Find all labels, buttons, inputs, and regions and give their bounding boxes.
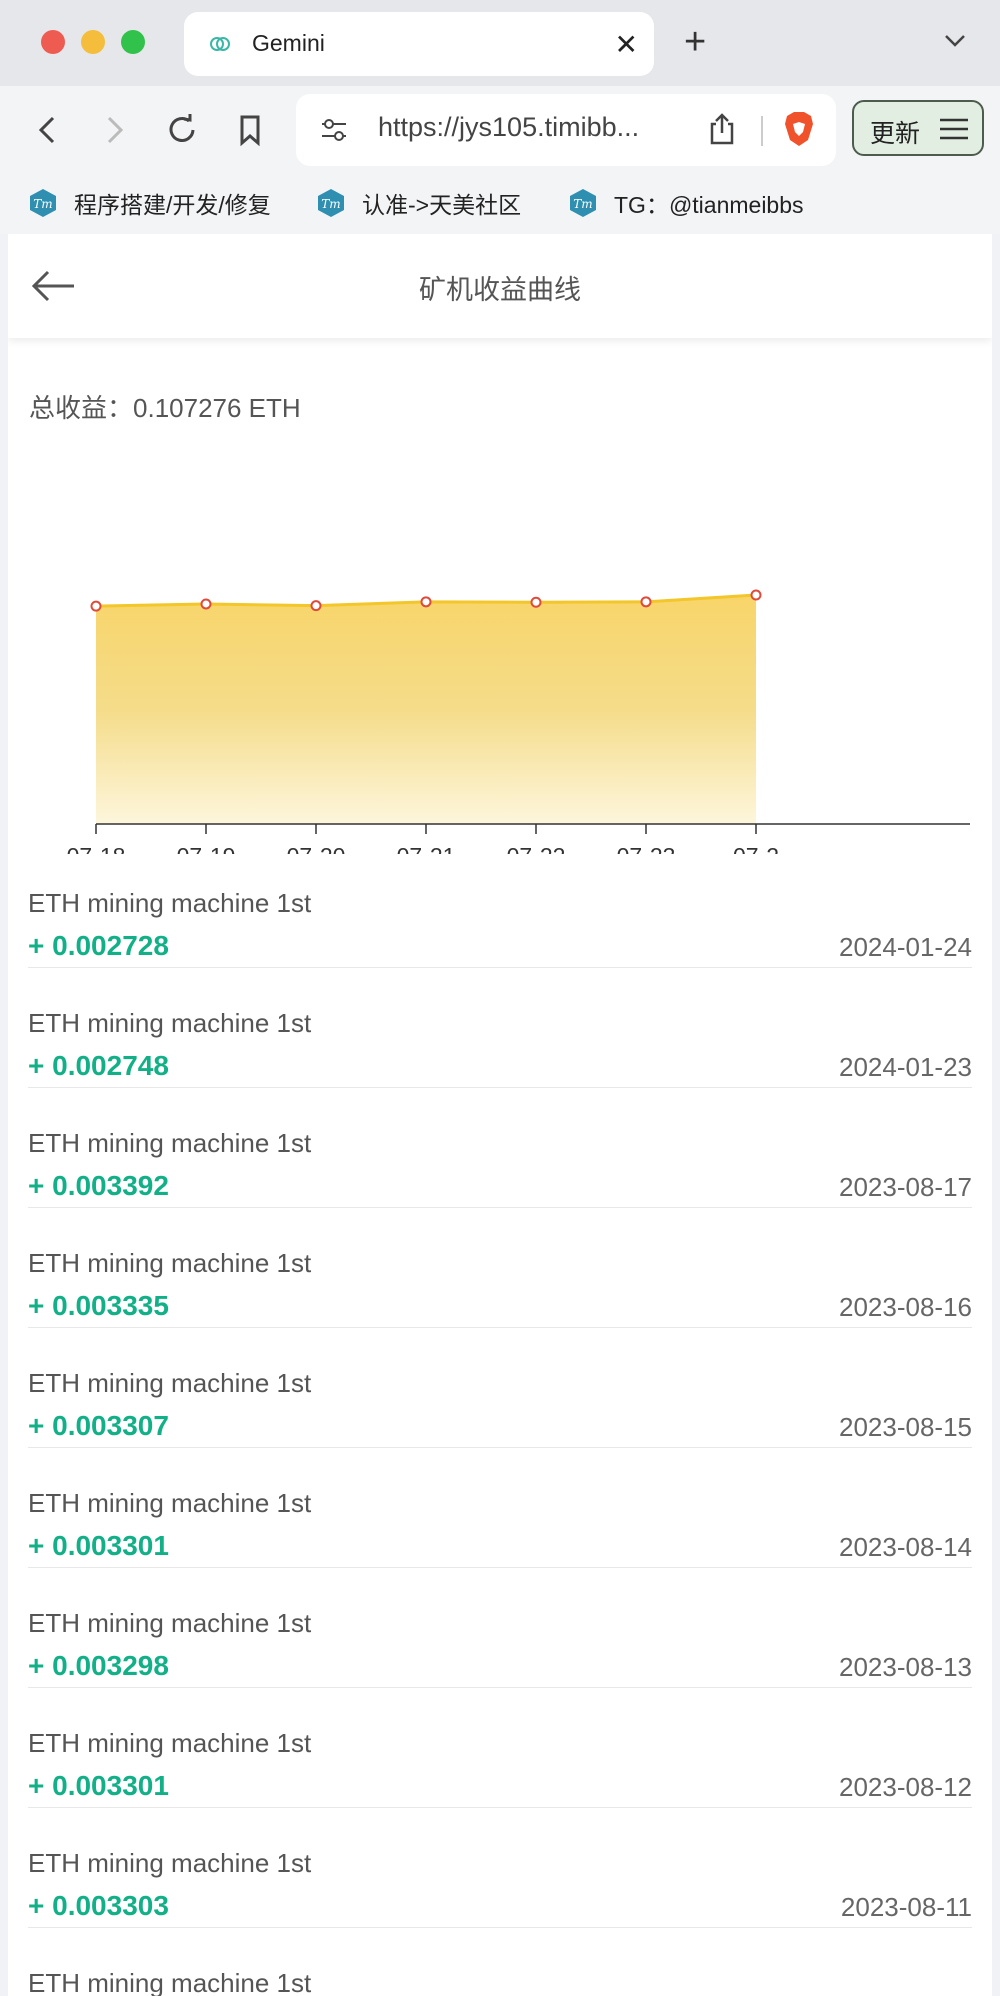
machine-name: ETH mining machine 1st <box>28 1728 312 1758</box>
share-icon[interactable] <box>706 112 738 146</box>
bookmark-icon[interactable] <box>228 108 272 152</box>
earning-amount: + 0.003298 <box>28 1650 169 1681</box>
earning-amount: + 0.003335 <box>28 1290 169 1321</box>
earnings-list: ETH mining machine 1st + 0.002728 2024-01-… <box>28 848 972 1996</box>
machine-name: ETH mining machine 1st <box>28 1968 312 1996</box>
list-item[interactable]: ETH mining machine 1st + 0.003298 2023-08-… <box>28 1568 972 1688</box>
browser-toolbar: https://jys105.timibb... 更新 Tm 程序搭建/开发/修… <box>0 86 1000 234</box>
machine-name: ETH mining machine 1st <box>28 1248 312 1278</box>
list-item[interactable]: ETH mining machine 1st + 0.003307 2023-08-… <box>28 1328 972 1448</box>
data-point[interactable] <box>310 600 322 612</box>
update-label: 更新 <box>870 120 921 148</box>
earning-amount: + 0.002728 <box>28 930 169 961</box>
window-zoom-button[interactable] <box>121 30 145 54</box>
earning-date: 2023-08-12 <box>839 1772 972 1802</box>
list-item[interactable]: ETH mining machine 1st + 0.003392 2023-08-… <box>28 1088 972 1208</box>
address-bar[interactable]: https://jys105.timibb... <box>296 94 836 166</box>
app-header: 矿机收益曲线 <box>8 234 992 338</box>
total-earnings: 总收益：0.107276 ETH <box>29 388 301 425</box>
tab-title: Gemini <box>252 30 325 56</box>
total-earnings-value: 0.107276 ETH <box>133 393 301 423</box>
svg-text:Tm: Tm <box>573 197 592 211</box>
earning-date: 2023-08-17 <box>839 1172 972 1202</box>
list-item[interactable]: ETH mining machine 1st <box>28 1928 972 1996</box>
window-close-button[interactable] <box>41 30 65 54</box>
reload-icon[interactable] <box>160 108 204 152</box>
divider <box>761 116 763 146</box>
earning-amount: + 0.002748 <box>28 1050 169 1081</box>
machine-name: ETH mining machine 1st <box>28 1008 312 1038</box>
forward-icon[interactable] <box>92 108 136 152</box>
page-title: 矿机收益曲线 <box>419 275 581 305</box>
machine-name: ETH mining machine 1st <box>28 888 312 918</box>
window-minimize-button[interactable] <box>81 30 105 54</box>
tianmei-logo-icon: Tm <box>318 189 344 217</box>
page-content: 矿机收益曲线 总收益：0.107276 ETH 07-1807-1907-200… <box>8 234 992 1996</box>
back-icon[interactable] <box>26 108 70 152</box>
total-earnings-label: 总收益： <box>29 393 134 423</box>
list-item[interactable]: ETH mining machine 1st + 0.002728 2024-01-… <box>28 848 972 968</box>
machine-name: ETH mining machine 1st <box>28 1368 312 1398</box>
earning-date: 2023-08-16 <box>839 1292 972 1322</box>
site-settings-icon[interactable] <box>320 116 348 144</box>
list-item[interactable]: ETH mining machine 1st + 0.003303 2023-08-… <box>28 1808 972 1928</box>
bookmark-item[interactable]: Tm 程序搭建/开发/修复 <box>28 181 271 225</box>
earning-date: 2023-08-14 <box>839 1532 972 1562</box>
list-item[interactable]: ETH mining machine 1st + 0.002748 2024-01-… <box>28 968 972 1088</box>
earning-date: 2023-08-11 <box>840 1892 972 1922</box>
url-text[interactable]: https://jys105.timibb... <box>378 112 639 143</box>
data-point[interactable] <box>750 589 762 601</box>
machine-name: ETH mining machine 1st <box>28 1488 312 1518</box>
data-point[interactable] <box>200 598 212 610</box>
bookmark-item[interactable]: Tm 认准->天美社区 <box>316 181 521 225</box>
machine-name: ETH mining machine 1st <box>28 1128 312 1158</box>
data-point[interactable] <box>420 596 432 608</box>
data-point[interactable] <box>530 596 542 608</box>
earning-amount: + 0.003301 <box>28 1770 169 1801</box>
earning-date: 2024-01-24 <box>839 932 972 962</box>
chevron-down-icon[interactable] <box>940 26 970 56</box>
machine-name: ETH mining machine 1st <box>28 1608 312 1638</box>
list-item[interactable]: ETH mining machine 1st + 0.003301 2023-08-… <box>28 1688 972 1808</box>
machine-name: ETH mining machine 1st <box>28 1848 312 1878</box>
menu-icon <box>940 118 968 140</box>
data-point[interactable] <box>90 600 102 612</box>
earning-amount: + 0.003392 <box>28 1170 169 1201</box>
earning-date: 2023-08-13 <box>839 1652 972 1682</box>
tianmei-logo-icon: Tm <box>570 189 596 217</box>
tianmei-logo-icon: Tm <box>30 189 56 217</box>
browser-tab[interactable]: Gemini ✕ <box>184 12 654 76</box>
gemini-logo-icon <box>210 37 230 51</box>
browser-tab-bar: Gemini ✕ + <box>0 0 1000 86</box>
svg-text:Tm: Tm <box>33 197 52 211</box>
earning-amount: + 0.003303 <box>28 1890 169 1921</box>
earning-date: 2024-01-23 <box>839 1052 972 1082</box>
tab-close-icon[interactable]: ✕ <box>615 28 638 61</box>
bookmarks-bar: Tm 程序搭建/开发/修复 Tm 认准->天美社区 Tm TG：@tianmei… <box>0 181 1000 225</box>
area-fill <box>96 594 756 824</box>
earnings-chart: 07-1807-1907-2007-2107-2207-2307-2 <box>67 589 970 854</box>
bookmark-item[interactable]: Tm TG：@tianmeibbs <box>568 181 804 225</box>
earning-date: 2023-08-15 <box>839 1412 972 1442</box>
update-button[interactable]: 更新 <box>852 100 984 156</box>
earning-amount: + 0.003307 <box>28 1410 169 1441</box>
data-point[interactable] <box>640 596 652 608</box>
earning-amount: + 0.003301 <box>28 1530 169 1561</box>
list-item[interactable]: ETH mining machine 1st + 0.003301 2023-08-… <box>28 1448 972 1568</box>
brave-shield-icon[interactable] <box>782 110 816 148</box>
list-item[interactable]: ETH mining machine 1st + 0.003335 2023-08-… <box>28 1208 972 1328</box>
svg-text:Tm: Tm <box>321 197 340 211</box>
new-tab-icon[interactable]: + <box>684 22 706 62</box>
